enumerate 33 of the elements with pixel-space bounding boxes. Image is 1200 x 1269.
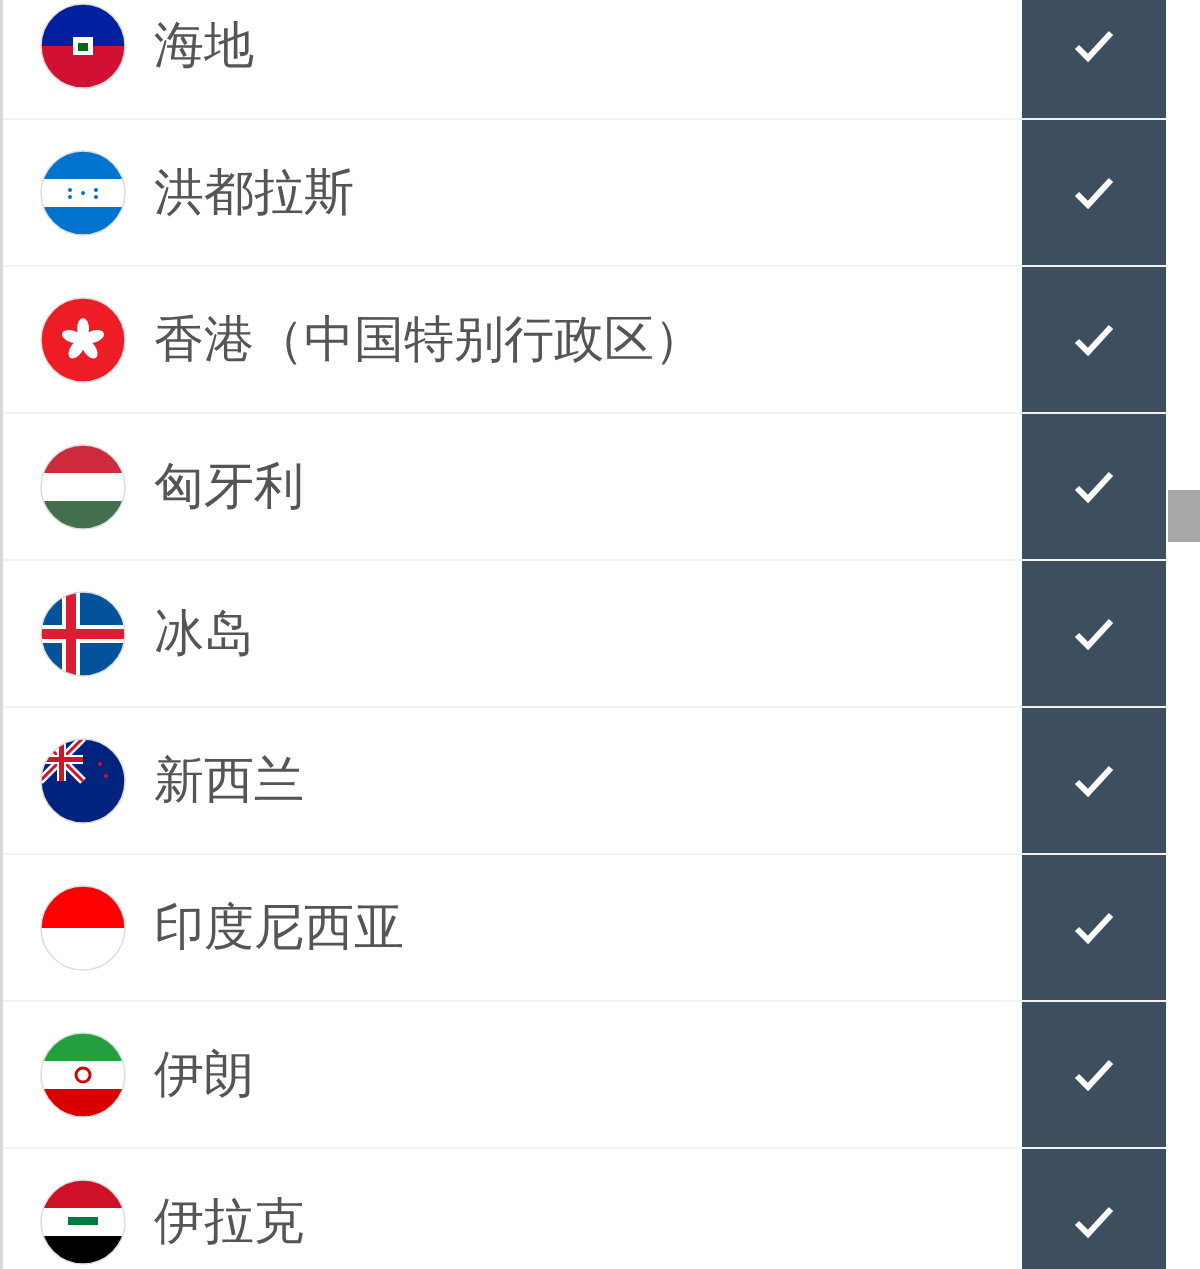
checkbox[interactable]	[1022, 0, 1166, 118]
flag-icon	[40, 1031, 126, 1118]
checkmark-icon	[1074, 616, 1114, 651]
checkmark-icon	[1074, 322, 1114, 357]
flag-icon	[40, 884, 126, 971]
checkmark-icon	[1074, 1057, 1114, 1092]
country-name: 伊拉克	[154, 1191, 305, 1252]
checkmark-icon	[1074, 175, 1114, 210]
flag-icon	[40, 2, 126, 89]
checkbox[interactable]	[1022, 708, 1166, 853]
country-name: 洪都拉斯	[154, 162, 355, 223]
checkbox[interactable]	[1022, 1002, 1166, 1147]
checkbox[interactable]	[1022, 414, 1166, 559]
country-name: 匈牙利	[154, 456, 305, 517]
country-name: 海地	[154, 15, 255, 76]
checkmark-icon	[1074, 763, 1114, 798]
checkmark-icon	[1074, 469, 1114, 504]
checkbox[interactable]	[1022, 120, 1166, 265]
country-name: 伊朗	[154, 1044, 255, 1105]
country-name: 印度尼西亚	[154, 897, 405, 958]
flag-icon	[40, 1178, 126, 1265]
country-name: 新西兰	[154, 750, 305, 811]
checkmark-icon	[1074, 28, 1114, 63]
checkbox[interactable]	[1022, 267, 1166, 412]
country-name: 冰岛	[154, 603, 255, 664]
country-name: 香港（中国特别行政区）	[154, 309, 705, 370]
checkbox[interactable]	[1022, 561, 1166, 706]
checkmark-icon	[1074, 910, 1114, 945]
scrollbar-thumb[interactable]	[1168, 490, 1200, 542]
flag-icon	[40, 443, 126, 530]
checkbox[interactable]	[1022, 1149, 1166, 1269]
checkmark-icon	[1074, 1204, 1114, 1239]
checkbox[interactable]	[1022, 855, 1166, 1000]
